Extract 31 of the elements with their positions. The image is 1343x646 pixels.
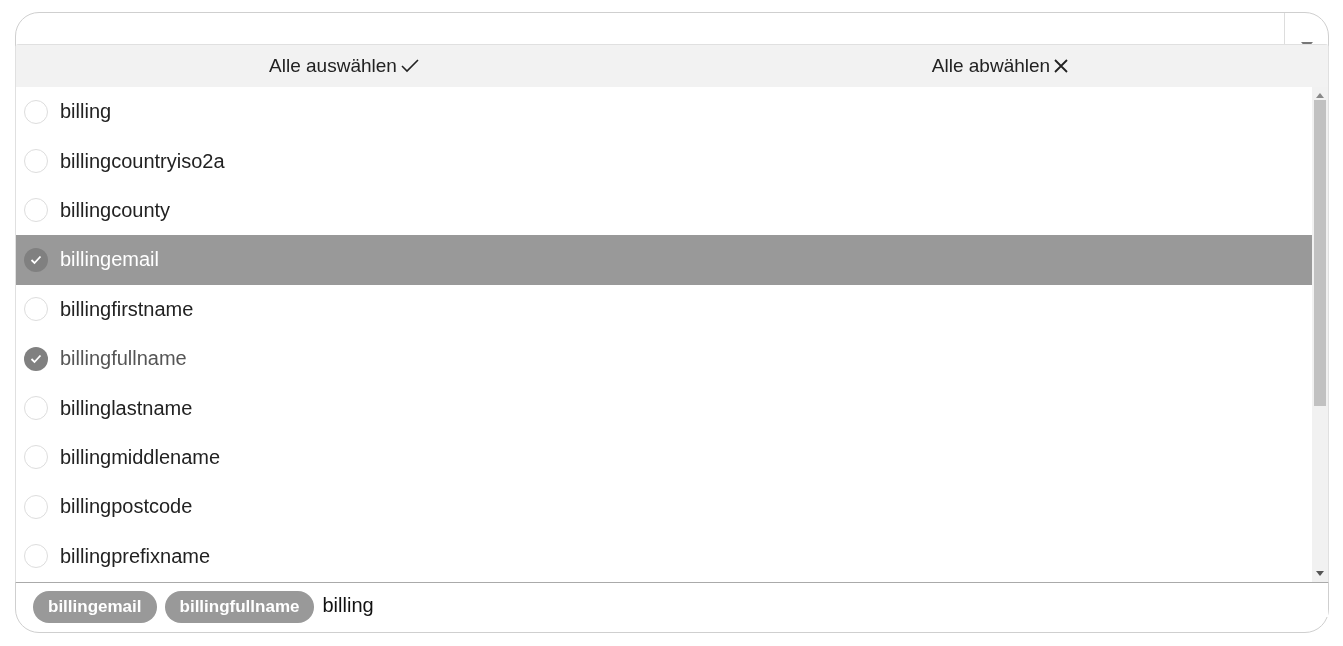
selected-chip: billingemail <box>33 591 157 623</box>
option-row[interactable]: billingfirstname <box>16 284 1312 334</box>
option-row[interactable]: billingmiddlename <box>16 432 1312 483</box>
check-icon <box>400 59 419 73</box>
option-row[interactable]: billinglastname <box>16 383 1312 433</box>
deselect-all-button[interactable]: Alle abwählen <box>672 45 1328 87</box>
deselect-all-label: Alle abwählen <box>931 55 1051 77</box>
close-icon <box>1054 59 1069 73</box>
option-row[interactable]: billing <box>16 87 1312 137</box>
scroll-up-icon[interactable] <box>1316 93 1324 98</box>
select-all-button[interactable]: Alle auswählen <box>16 45 672 87</box>
scroll-down-icon[interactable] <box>1316 571 1324 576</box>
option-row[interactable]: billingpostcode <box>16 482 1312 532</box>
option-label: billinglastname <box>60 396 193 420</box>
option-label: billingcountryiso2a <box>60 149 225 173</box>
option-label: billingmiddlename <box>60 445 221 469</box>
option-label: billingprefixname <box>60 544 211 568</box>
selected-chip: billingfullname <box>164 591 315 623</box>
option-row[interactable]: billingfullname <box>16 333 1312 384</box>
option-row[interactable]: billingprefixname <box>16 531 1312 581</box>
option-row[interactable]: billingcounty <box>16 185 1312 236</box>
option-label: billingcounty <box>60 198 171 222</box>
option-label: billingfullname <box>60 347 187 371</box>
scrollbar[interactable] <box>1312 87 1328 582</box>
option-label: billingemail <box>60 248 159 272</box>
select-all-label: Alle auswählen <box>269 55 397 77</box>
option-row[interactable]: billingcountryiso2a <box>16 136 1312 186</box>
option-label: billing <box>60 100 112 124</box>
option-label: billingpostcode <box>60 495 193 519</box>
option-label: billingfirstname <box>60 297 194 321</box>
scrollbar-thumb[interactable] <box>1314 100 1326 406</box>
